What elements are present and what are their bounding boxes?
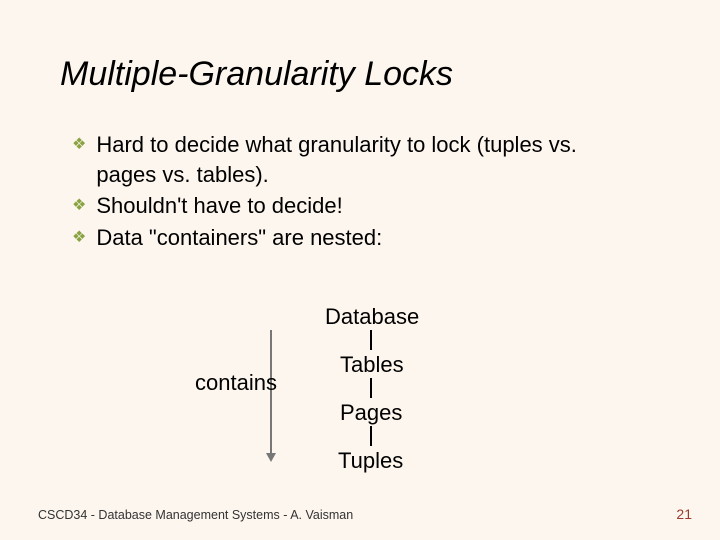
diagram-level: Tuples — [338, 448, 403, 474]
diagram-side-label: contains — [195, 370, 277, 396]
connector-line-icon — [370, 330, 372, 350]
bullet-icon: ❖ — [72, 195, 86, 217]
bullet-item: ❖ Shouldn't have to decide! — [72, 191, 632, 221]
bullet-icon: ❖ — [72, 227, 86, 249]
page-number: 21 — [676, 506, 692, 522]
bullet-list: ❖ Hard to decide what granularity to loc… — [72, 130, 632, 255]
bullet-text: Shouldn't have to decide! — [96, 191, 342, 221]
bullet-item: ❖ Data "containers" are nested: — [72, 223, 632, 253]
hierarchy-diagram: contains Database Tables Pages Tuples — [0, 300, 720, 480]
diagram-level: Pages — [340, 400, 402, 426]
bullet-text: Hard to decide what granularity to lock … — [96, 130, 632, 189]
connector-line-icon — [370, 426, 372, 446]
diagram-level: Tables — [340, 352, 404, 378]
slide-title: Multiple-Granularity Locks — [60, 55, 453, 94]
bullet-item: ❖ Hard to decide what granularity to loc… — [72, 130, 632, 189]
bullet-text: Data "containers" are nested: — [96, 223, 382, 253]
connector-line-icon — [370, 378, 372, 398]
diagram-level: Database — [325, 304, 419, 330]
footer-text: CSCD34 - Database Management Systems - A… — [38, 508, 353, 522]
bullet-icon: ❖ — [72, 134, 86, 156]
